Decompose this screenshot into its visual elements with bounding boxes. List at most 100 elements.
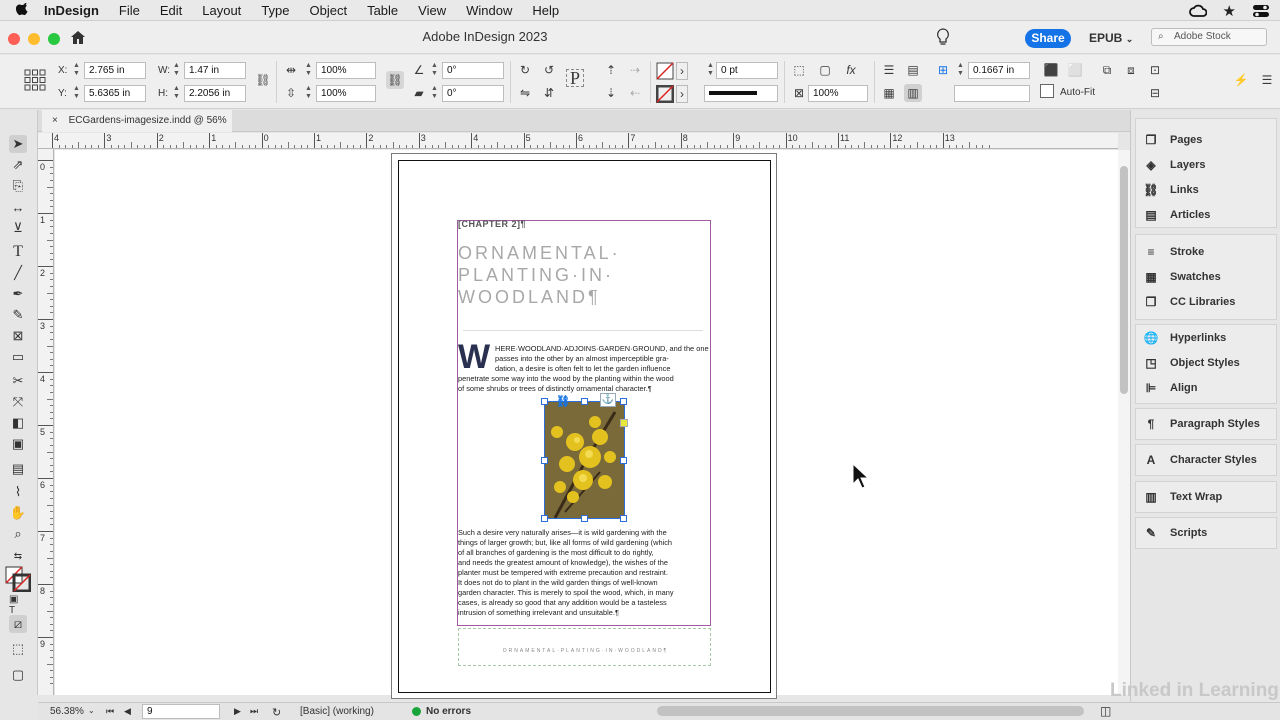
resize-handle[interactable] (620, 515, 627, 522)
rotate-ccw-icon[interactable]: ↺ (540, 61, 558, 79)
preview-mode-icon[interactable]: ▢ (9, 666, 27, 684)
panel-align[interactable]: ⊫ Align (1142, 378, 1198, 398)
formatting-affects-container-icon[interactable]: ▣ T (9, 594, 27, 616)
select-next-icon[interactable]: ⇢ (626, 61, 644, 79)
panel-swatches[interactable]: ▦ Swatches (1142, 267, 1220, 287)
menu-indesign[interactable]: InDesign (44, 3, 99, 18)
panel-stroke[interactable]: ≡ Stroke (1142, 242, 1204, 262)
wrap-bounding-icon[interactable]: ▤ (904, 61, 922, 79)
adobe-stock-search[interactable]: ⌕ Adobe Stock (1151, 28, 1267, 46)
swap-colors-icon[interactable]: ⇆ (9, 547, 27, 565)
panel-menu-icon[interactable]: ☰ (1258, 71, 1276, 89)
gradient-swatch-tool-icon[interactable]: ◧ (9, 414, 27, 432)
menu-window[interactable]: Window (466, 3, 512, 18)
stroke-type-select[interactable] (704, 85, 778, 102)
shear-field[interactable]: 0° (442, 85, 504, 102)
menu-edit[interactable]: Edit (160, 3, 182, 18)
document-tab[interactable]: × ECGardens-imagesize.indd @ 56% (42, 110, 232, 132)
gap-tool-icon[interactable]: ↔ (9, 198, 27, 216)
stroke-menu-arrow[interactable]: › (676, 85, 688, 103)
rectangle-frame-tool-icon[interactable]: ⊠ (9, 327, 27, 345)
menu-help[interactable]: Help (532, 3, 559, 18)
vertical-ruler[interactable]: 0 1 2 3 4 5 6 7 8 9 (38, 149, 54, 695)
star-icon[interactable]: ★ (1223, 2, 1236, 20)
wrap-jump-icon[interactable]: ▥ (904, 84, 922, 102)
w-stepper[interactable]: ▲ ▼ (172, 62, 181, 79)
zoom-chevron-icon[interactable]: ⌄ (88, 706, 95, 715)
resize-handle[interactable] (620, 457, 627, 464)
w-field[interactable]: 1.47 in (184, 62, 246, 79)
y-stepper[interactable]: ▲ ▼ (72, 85, 81, 102)
constrain-proportions-icon[interactable]: ⛓ (254, 71, 272, 89)
link-icon[interactable]: ⛓ (556, 395, 570, 408)
previous-page-icon[interactable]: ◀ (124, 706, 131, 717)
menu-view[interactable]: View (418, 3, 446, 18)
scale-x-field[interactable]: 100% (316, 62, 376, 79)
scissors-tool-icon[interactable]: ✂ (9, 372, 27, 390)
preflight-status[interactable]: No errors (426, 706, 471, 717)
page-number-field[interactable]: 9 (142, 704, 220, 719)
horizontal-scrollbar[interactable] (657, 706, 1084, 716)
panel-paragraph-styles[interactable]: ¶ Paragraph Styles (1142, 414, 1260, 434)
share-button[interactable]: Share (1025, 29, 1071, 48)
menu-object[interactable]: Object (310, 3, 348, 18)
menu-layout[interactable]: Layout (202, 3, 241, 18)
constrain-scale-icon[interactable]: ⛓ (386, 71, 404, 89)
quick-apply-icon[interactable]: ⚡ (1232, 71, 1250, 89)
scale-x-stepper[interactable]: ▲ ▼ (304, 62, 313, 79)
stroke-weight-field[interactable]: 0 pt (716, 62, 778, 79)
gradient-feather-tool-icon[interactable]: ▣ (9, 435, 27, 453)
gutter-stepper[interactable]: ▲ ▼ (956, 62, 965, 79)
panel-cc-libraries[interactable]: ❒ CC Libraries (1142, 292, 1236, 312)
apply-none-icon[interactable]: ⧄ (9, 615, 27, 633)
fill-proportional-icon[interactable]: ⧈ (1122, 61, 1140, 79)
stroke-weight-stepper[interactable]: ▲ ▼ (706, 62, 715, 79)
rotate-cw-icon[interactable]: ↻ (516, 61, 534, 79)
rotate-stepper[interactable]: ▲ ▼ (430, 62, 439, 79)
panel-articles[interactable]: ▤ Articles (1142, 205, 1210, 225)
panel-hyperlinks[interactable]: 🌐 Hyperlinks (1142, 328, 1227, 348)
resize-handle[interactable] (581, 515, 588, 522)
panel-scripts[interactable]: ✎ Scripts (1142, 523, 1207, 543)
select-content-icon[interactable]: P (566, 68, 584, 88)
select-previous-icon[interactable]: ⇣ (602, 84, 620, 102)
x-field[interactable]: 2.765 in (84, 62, 146, 79)
menu-table[interactable]: Table (367, 3, 398, 18)
scale-y-field[interactable]: 100% (316, 85, 376, 102)
panel-character-styles[interactable]: A Character Styles (1142, 450, 1257, 470)
eyedropper-tool-icon[interactable]: ⌇ (9, 483, 27, 501)
content-aware-icon[interactable]: ⊡ (1146, 61, 1164, 79)
flip-vertical-icon[interactable]: ⇵ (540, 84, 558, 102)
hand-tool-icon[interactable]: ✋ (9, 504, 27, 522)
rectangle-tool-icon[interactable]: ▭ (9, 348, 27, 366)
gutter-field[interactable]: 0.1667 in (968, 62, 1030, 79)
opacity-field[interactable]: 100% (808, 85, 868, 102)
free-transform-tool-icon[interactable]: ⤧ (9, 393, 27, 411)
last-page-icon[interactable]: ⏭ (250, 706, 258, 717)
panel-pages[interactable]: ❐ Pages (1142, 130, 1203, 150)
fill-menu-arrow[interactable]: › (676, 62, 688, 80)
split-layout-icon[interactable]: ◫ (1100, 704, 1111, 718)
pen-tool-icon[interactable]: ✒ (9, 285, 27, 303)
center-content-icon[interactable]: ⧉ (1098, 61, 1116, 79)
scale-y-stepper[interactable]: ▲ ▼ (304, 85, 313, 102)
close-tab-icon[interactable]: × (52, 115, 58, 126)
vertical-scrollbar[interactable] (1118, 150, 1130, 695)
screen-mode-icon[interactable]: ⬚ (9, 640, 27, 658)
zoom-level[interactable]: 56.38% (50, 706, 84, 717)
zoom-tool-icon[interactable]: ⌕ (9, 525, 27, 543)
line-tool-icon[interactable]: ╱ (9, 264, 27, 282)
panel-layers[interactable]: ◈ Layers (1142, 155, 1205, 175)
creative-cloud-icon[interactable] (1188, 4, 1207, 18)
y-field[interactable]: 5.6365 in (84, 85, 146, 102)
selection-tool-icon[interactable]: ➤ (9, 135, 27, 153)
panel-object-styles[interactable]: ◳ Object Styles (1142, 353, 1239, 373)
working-profile[interactable]: [Basic] (working) (300, 706, 374, 717)
direct-selection-tool-icon[interactable]: ⇗ (9, 156, 27, 174)
apple-icon[interactable] (16, 3, 30, 17)
select-container-icon[interactable]: ⇡ (602, 61, 620, 79)
panel-text-wrap[interactable]: ▥ Text Wrap (1142, 487, 1222, 507)
next-page-icon[interactable]: ▶ (234, 706, 241, 717)
workspace-switcher[interactable]: EPUB ⌄ (1089, 31, 1133, 45)
rotate-field[interactable]: 0° (442, 62, 504, 79)
